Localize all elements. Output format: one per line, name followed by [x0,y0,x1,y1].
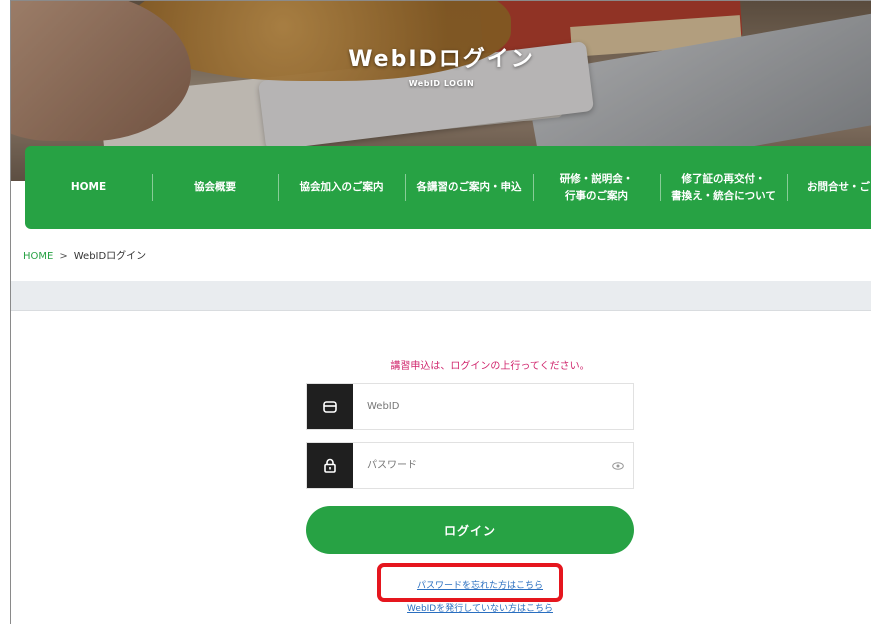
no-webid-link[interactable]: WebIDを発行していない方はこちら [11,601,871,614]
nav-item-label-line2: 行事のご案内 [565,189,628,202]
nav-item-label: お問合せ・ご [807,181,870,194]
nav-item-label-line2: 書換え・統合について [671,189,776,202]
nav-item-label: 協会概要 [194,181,236,194]
nav-item-membership[interactable]: 協会加入のご案内 [278,146,405,229]
password-field [306,442,634,489]
breadcrumb-home-link[interactable]: HOME [23,251,53,262]
breadcrumb-separator: > [59,251,68,262]
nav-item-about[interactable]: 協会概要 [152,146,278,229]
nav-item-contact[interactable]: お問合せ・ご [787,146,871,229]
webid-field [306,383,634,430]
nav-item-courses[interactable]: 各講習のご案内・申込 [405,146,533,229]
nav-item-label-line1: 研修・説明会・ [559,173,634,186]
nav-item-certificate[interactable]: 修了証の再交付・ 書換え・統合について [660,146,787,229]
nav-item-label-line1: 修了証の再交付・ [681,173,766,186]
nav-item-label: 研修・説明会・ 行事のご案内 [560,171,634,204]
page-title: WebIDログイン [348,47,535,72]
main-nav: HOME 協会概要 協会加入のご案内 各講習のご案内・申込 研修・説明会・ 行事の… [25,146,871,229]
nav-item-home[interactable]: HOME [25,146,152,229]
breadcrumb-current: WebIDログイン [73,251,147,262]
lock-icon [307,443,353,488]
nav-item-label: 修了証の再交付・ 書換え・統合について [671,171,776,204]
login-button[interactable]: ログイン [306,506,634,554]
nav-item-label: 協会加入のご案内 [299,181,384,194]
forgot-password-link[interactable]: パスワードを忘れた方はこちら [11,578,871,591]
section-band [11,281,871,311]
nav-item-label: 各講習のご案内・申込 [416,181,522,194]
webid-input[interactable] [353,384,633,429]
login-notice: 講習申込は、ログインの上行ってください。 [390,361,590,372]
page-subtitle: WebID LOGIN [408,79,475,88]
page-frame: WebIDログイン WebID LOGIN HOME 協会概要 協会加入のご案内… [10,0,871,624]
password-input[interactable] [353,443,603,488]
nav-item-events[interactable]: 研修・説明会・ 行事のご案内 [533,146,660,229]
breadcrumb: HOME > WebIDログイン [23,247,146,262]
nav-item-label: HOME [70,181,107,194]
eye-icon[interactable] [603,461,633,470]
mail-icon [307,384,353,429]
